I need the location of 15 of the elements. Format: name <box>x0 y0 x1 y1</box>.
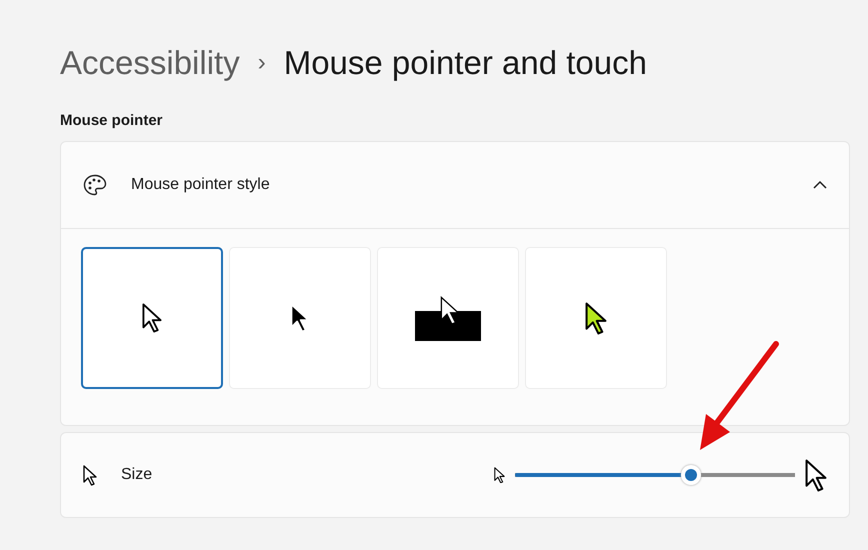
section-label: Mouse pointer <box>60 112 164 129</box>
chevron-icon[interactable] <box>813 180 827 190</box>
breadcrumb-link[interactable]: Accessibility <box>60 44 240 82</box>
page-title: Mouse pointer and touch <box>284 44 647 82</box>
palette-icon <box>83 174 107 196</box>
inverted-cursor-icon <box>415 295 481 341</box>
small-cursor-icon <box>494 466 505 484</box>
large-cursor-icon <box>805 458 827 492</box>
outline-cursor-icon <box>142 303 162 333</box>
cursor-icon <box>83 464 97 486</box>
breadcrumb-separator: › <box>258 49 266 77</box>
setting-label: Size <box>121 466 154 484</box>
expander-header[interactable]: Mouse pointer style <box>61 142 849 229</box>
setting-label: Mouse pointer style <box>131 176 271 194</box>
slider-thumb[interactable] <box>681 465 702 485</box>
